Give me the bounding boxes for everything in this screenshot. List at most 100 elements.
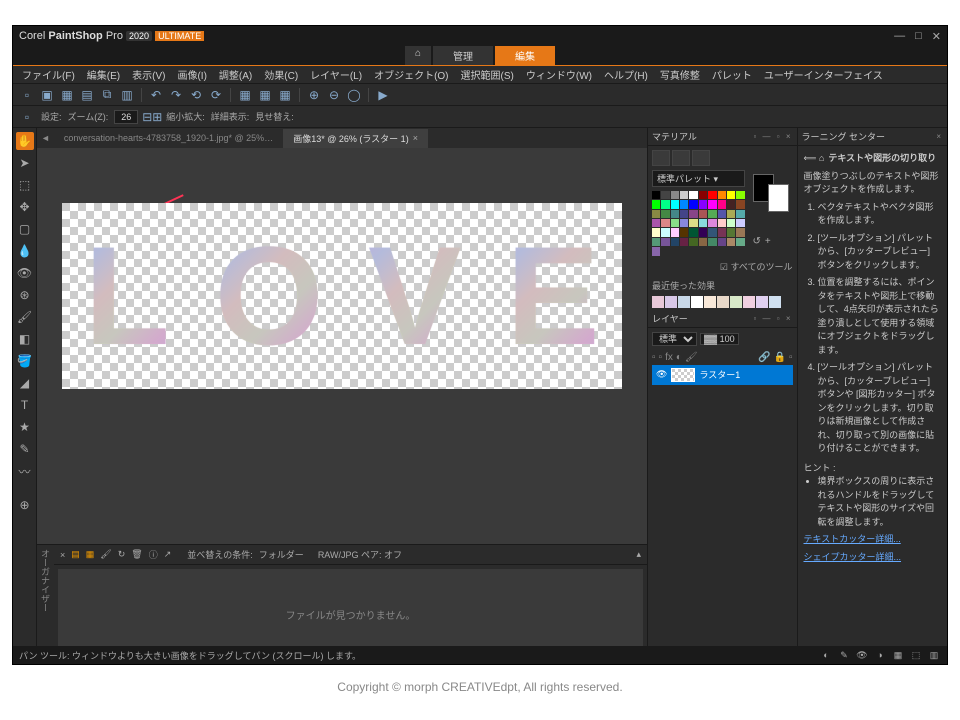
color-swatch[interactable] [661, 210, 669, 218]
color-swatch[interactable] [652, 238, 660, 246]
materials-header[interactable]: マテリアル ▫ — ▫ × [648, 128, 797, 146]
color-swatch[interactable] [689, 191, 697, 199]
org-delete-icon[interactable]: 🗑 [131, 549, 142, 560]
color-swatch[interactable] [689, 219, 697, 227]
repeat-icon[interactable]: ⟳ [208, 87, 224, 103]
mat-tab-1[interactable] [652, 150, 670, 166]
add-tool[interactable]: ⊕ [16, 496, 34, 514]
blend-mode-select[interactable]: 標準 [652, 332, 697, 346]
color-swatch[interactable] [689, 210, 697, 218]
layer-fx-icon[interactable]: fx [665, 352, 673, 363]
doctab-1[interactable]: conversation-hearts-4783758_1920-1.jpg* … [54, 130, 283, 146]
color-swatch[interactable] [661, 191, 669, 199]
color-swatch[interactable] [736, 210, 744, 218]
learning-back[interactable]: ⟸ ⌂ テキストや図形の切り取り [804, 152, 942, 166]
color-swatch[interactable] [718, 200, 726, 208]
menu-adjust[interactable]: 調整(A) [214, 65, 257, 84]
link-shape-cutter[interactable]: シェイプカッター詳細... [804, 551, 942, 565]
eraser-tool[interactable]: ◧ [16, 330, 34, 348]
menu-image[interactable]: 画像(I) [172, 65, 211, 84]
maximize-button[interactable]: □ [915, 30, 922, 43]
minimize-button[interactable]: — [894, 30, 905, 43]
recent-swatch[interactable] [756, 296, 768, 308]
color-swatch[interactable] [652, 219, 660, 227]
color-swatch[interactable] [736, 228, 744, 236]
mat-tab-2[interactable] [672, 150, 690, 166]
color-swatch[interactable] [708, 210, 716, 218]
doctab-2[interactable]: 画像13* @ 26% (ラスター 1)× [283, 129, 428, 148]
recent-swatch[interactable] [704, 296, 716, 308]
menu-photofix[interactable]: 写真修整 [655, 65, 705, 84]
copy-icon[interactable]: ⧉ [99, 87, 115, 103]
canvas-area[interactable]: ③テキストでくり抜かれました LOVE [37, 148, 647, 544]
menu-effects[interactable]: 効果(C) [259, 65, 303, 84]
pan-tool[interactable]: ✋ [16, 132, 34, 150]
color-swatch[interactable] [652, 210, 660, 218]
color-swatch[interactable] [736, 200, 744, 208]
guides-icon[interactable]: ▦ [277, 87, 293, 103]
new-group-icon[interactable]: ▫ [659, 352, 663, 363]
bg-color[interactable] [768, 184, 789, 212]
default-colors-icon[interactable]: + [765, 236, 771, 247]
palette-select[interactable]: 標準パレット ▾ [652, 170, 745, 187]
menu-selection[interactable]: 選択範囲(S) [456, 65, 519, 84]
org-view1-icon[interactable]: ▤ [71, 549, 80, 560]
org-view2-icon[interactable]: ▦ [86, 549, 95, 560]
clone-tool[interactable]: ⊛ [16, 286, 34, 304]
org-nav-icon[interactable]: × [60, 550, 65, 560]
tab-nav-left[interactable]: ◄ [37, 133, 54, 143]
color-swatch[interactable] [680, 228, 688, 236]
org-rotate-icon[interactable]: ↻ [118, 549, 126, 560]
status-icon-7[interactable]: ▥ [927, 648, 941, 662]
recent-swatch[interactable] [691, 296, 703, 308]
color-swatch[interactable] [708, 228, 716, 236]
color-swatch[interactable] [680, 219, 688, 227]
tab-edit[interactable]: 編集 [495, 46, 555, 65]
canvas[interactable]: LOVE [62, 203, 622, 389]
color-swatch[interactable] [699, 210, 707, 218]
color-swatch[interactable] [689, 238, 697, 246]
layer-mask-icon[interactable]: ◐ [676, 352, 682, 363]
select-tool[interactable]: ⬚ [16, 176, 34, 194]
crop-tool[interactable]: ▢ [16, 220, 34, 238]
layer-visibility-icon[interactable]: 👁 [656, 369, 667, 380]
layer-lock-icon[interactable]: 🔒 [774, 352, 786, 363]
status-icon-6[interactable]: ⬚ [909, 648, 923, 662]
color-swatch[interactable] [708, 191, 716, 199]
layers-header[interactable]: レイヤー ▫ — ▫ × [648, 310, 797, 328]
ruler-icon[interactable]: ▦ [257, 87, 273, 103]
redeye-tool[interactable]: 👁 [16, 264, 34, 282]
color-swatch[interactable] [736, 191, 744, 199]
color-swatch[interactable] [727, 238, 735, 246]
color-swatch[interactable] [727, 191, 735, 199]
recent-swatch[interactable] [652, 296, 664, 308]
status-icon-4[interactable]: ◑ [873, 648, 887, 662]
dropper-tool[interactable]: 💧 [16, 242, 34, 260]
menu-window[interactable]: ウィンドウ(W) [521, 65, 597, 84]
color-swatch[interactable] [680, 210, 688, 218]
menu-file[interactable]: ファイル(F) [17, 65, 80, 84]
color-swatch[interactable] [736, 219, 744, 227]
color-swatch[interactable] [727, 228, 735, 236]
color-swatch[interactable] [652, 228, 660, 236]
grid-icon[interactable]: ▦ [237, 87, 253, 103]
text-tool[interactable]: T [16, 396, 34, 414]
pen-tool[interactable]: ✎ [16, 440, 34, 458]
org-info-icon[interactable]: ⓘ [149, 548, 158, 561]
smudge-tool[interactable]: 〰 [16, 462, 34, 480]
brush-tool[interactable]: 🖌 [16, 308, 34, 326]
color-swatch[interactable] [671, 238, 679, 246]
menu-view[interactable]: 表示(V) [127, 65, 170, 84]
save-icon[interactable]: ▦ [59, 87, 75, 103]
tab-home[interactable]: ⌂ [405, 46, 431, 65]
layer-delete-icon[interactable]: ▫ [789, 352, 793, 363]
color-swatch[interactable] [727, 200, 735, 208]
launch-icon[interactable]: ▶ [375, 87, 391, 103]
status-icon-5[interactable]: ▦ [891, 648, 905, 662]
preset-icon[interactable]: ▫ [19, 109, 35, 125]
recent-swatch[interactable] [769, 296, 781, 308]
status-icon-1[interactable]: ◐ [819, 648, 833, 662]
undo-icon[interactable]: ↶ [148, 87, 164, 103]
learning-header[interactable]: ラーニング センター × [798, 128, 948, 146]
status-icon-2[interactable]: ✎ [837, 648, 851, 662]
